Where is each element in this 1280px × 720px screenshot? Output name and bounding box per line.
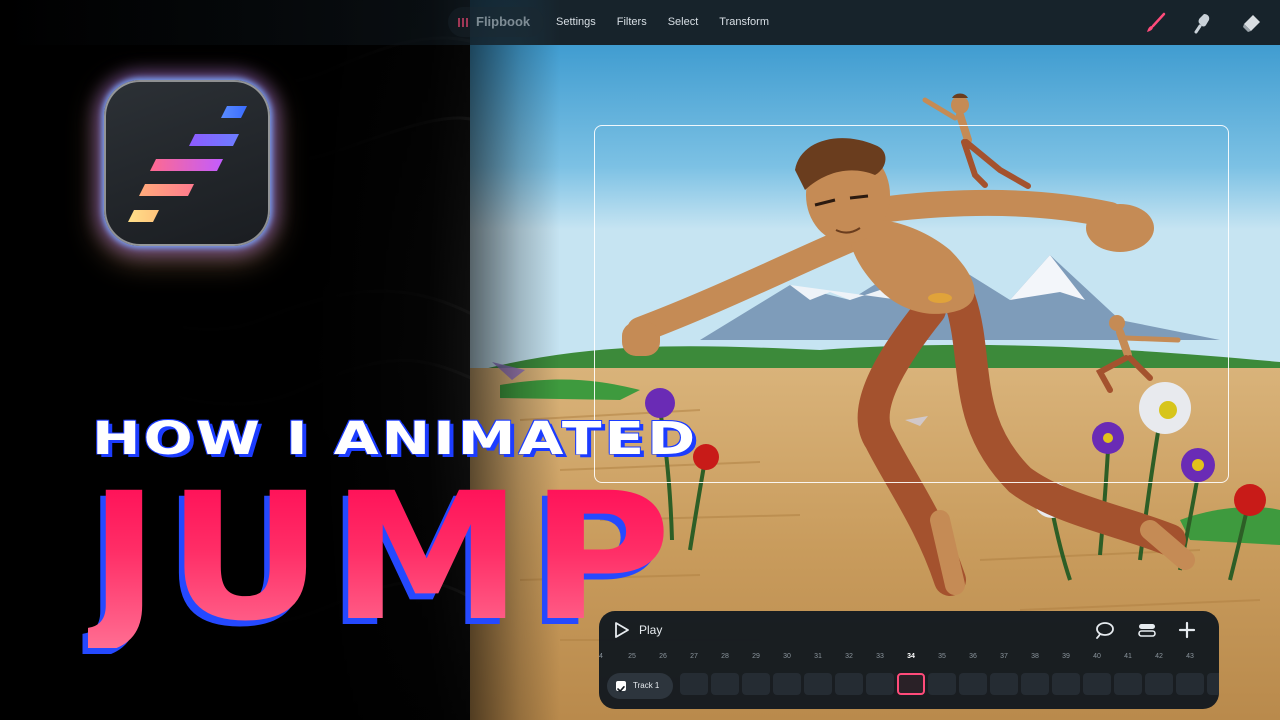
brush-icon[interactable] [1144, 11, 1168, 35]
layers-icon[interactable] [1137, 621, 1157, 639]
frame-number-31[interactable]: 31 [803, 653, 833, 660]
frame-number-39[interactable]: 39 [1051, 653, 1081, 660]
play-icon [615, 622, 629, 638]
frame-cell[interactable] [1145, 673, 1173, 695]
frame-cell[interactable] [1114, 673, 1142, 695]
current-frame-cell[interactable] [897, 673, 925, 695]
frame-number-27[interactable]: 27 [679, 653, 709, 660]
frame-number-33[interactable]: 33 [865, 653, 895, 660]
frame-number-29[interactable]: 29 [741, 653, 771, 660]
menu-item-settings[interactable]: Settings [556, 0, 596, 45]
lasso-icon[interactable] [1095, 621, 1115, 639]
frame-cell[interactable] [804, 673, 832, 695]
play-button[interactable]: Play [615, 621, 662, 639]
frame-number-34[interactable]: 34 [896, 653, 926, 660]
menu-item-transform[interactable]: Transform [719, 0, 769, 45]
frame-cell[interactable] [711, 673, 739, 695]
smudge-icon[interactable] [1190, 11, 1214, 35]
timeline-panel: Play 4 25 26 27 28 29 30 31 32 33 34 35 36 37 38 39 40 41… [599, 611, 1219, 709]
add-icon[interactable] [1177, 621, 1197, 639]
frame-number-25[interactable]: 25 [617, 653, 647, 660]
track-label: Track 1 [633, 681, 660, 690]
track-checkbox[interactable] [616, 681, 626, 693]
app-title-text: Flipbook [476, 14, 531, 29]
frame-number-30[interactable]: 30 [772, 653, 802, 660]
frame-cell[interactable] [990, 673, 1018, 695]
frame-number-40[interactable]: 40 [1082, 653, 1112, 660]
frame-cell[interactable] [1052, 673, 1080, 695]
frame-number-28[interactable]: 28 [710, 653, 740, 660]
app-title-pill[interactable]: Flipbook [448, 7, 545, 37]
frame-cell[interactable] [1083, 673, 1111, 695]
frame-number-41[interactable]: 41 [1113, 653, 1143, 660]
frame-cell[interactable] [1207, 673, 1219, 695]
frame-cell[interactable] [959, 673, 987, 695]
frame-cell[interactable] [835, 673, 863, 695]
frame-number-4[interactable]: 4 [599, 653, 616, 660]
frame-number-36[interactable]: 36 [958, 653, 988, 660]
flipbook-logo-icon [128, 106, 247, 222]
track-row: Track 1 [607, 673, 1219, 699]
track-toggle[interactable]: Track 1 [607, 673, 673, 699]
frame-cell[interactable] [1176, 673, 1204, 695]
top-toolbar: Flipbook Settings Filters Select Transfo… [0, 0, 1280, 45]
frame-cell[interactable] [742, 673, 770, 695]
flipbook-app-icon [104, 80, 270, 246]
frame-number-26[interactable]: 26 [648, 653, 678, 660]
menu-item-select[interactable]: Select [668, 0, 699, 45]
frame-number-32[interactable]: 32 [834, 653, 864, 660]
frame-cell[interactable] [773, 673, 801, 695]
frame-cell[interactable] [928, 673, 956, 695]
menu-item-filters[interactable]: Filters [617, 0, 647, 45]
frame-number-43[interactable]: 43 [1175, 653, 1205, 660]
eraser-icon[interactable] [1239, 11, 1263, 35]
frame-number-37[interactable]: 37 [989, 653, 1019, 660]
frame-number-35[interactable]: 35 [927, 653, 957, 660]
frame-ruler[interactable]: 4252627282930313233343536373839404142434 [599, 653, 1219, 667]
frame-number-38[interactable]: 38 [1020, 653, 1050, 660]
frame-number-42[interactable]: 42 [1144, 653, 1174, 660]
main-menu: Settings Filters Select Transform [556, 0, 790, 45]
frame-number-4[interactable]: 4 [1206, 653, 1219, 660]
app-logo-icon [458, 18, 468, 27]
frame-cell[interactable] [680, 673, 708, 695]
play-label: Play [639, 623, 663, 637]
frame-cell[interactable] [1021, 673, 1049, 695]
checkmark-icon [617, 686, 625, 693]
frame-cell[interactable] [866, 673, 894, 695]
